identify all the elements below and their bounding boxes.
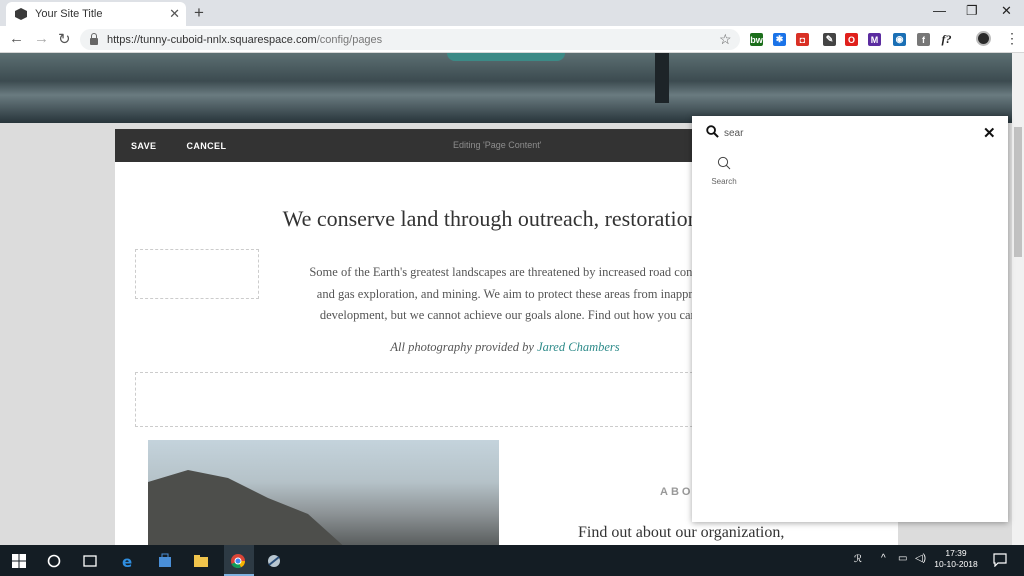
back-icon[interactable]: ← (9, 30, 24, 47)
task-view-icon[interactable] (82, 553, 98, 569)
hero-figure (655, 53, 669, 103)
coastline-photo[interactable] (148, 440, 499, 545)
intro-paragraph[interactable]: Some of the Earth's greatest landscapes … (263, 262, 763, 327)
hero-button-edge (447, 53, 565, 61)
tab-title: Your Site Title (35, 8, 103, 20)
about-section-heading: Find out about our organization, (578, 524, 785, 541)
url-host: https://tunny-cuboid-nnlx.squarespace.co… (107, 33, 317, 46)
close-icon[interactable]: ✕ (983, 124, 996, 142)
eyedropper-ext-icon[interactable]: ✎ (823, 33, 836, 46)
f-question-ext-icon[interactable]: f? (940, 32, 953, 46)
windows-taskbar (0, 545, 1024, 576)
cortana-icon[interactable] (46, 553, 62, 569)
editing-status: Editing 'Page Content' (453, 140, 542, 150)
url-path: /config/pages (316, 33, 383, 46)
minimize-icon[interactable]: — (933, 3, 946, 18)
intro-line: development, but we cannot achieve our g… (319, 308, 707, 322)
search-result-block[interactable]: Search (706, 156, 742, 186)
blue-star-ext-icon[interactable]: ✱ (773, 33, 786, 46)
file-explorer-icon[interactable] (193, 553, 209, 569)
purple-m-ext-icon[interactable]: M (868, 33, 881, 46)
search-result-label: Search (711, 177, 737, 186)
windows-start-icon[interactable] (11, 553, 27, 569)
block-search-panel: ✕ Search (692, 116, 1008, 522)
clock-date: 10-10-2018 (934, 559, 978, 569)
intro-line: and gas exploration, and mining. We aim … (316, 286, 710, 301)
taskbar-clock[interactable]: 17:39 10-10-2018 (928, 548, 984, 570)
browser-tab[interactable]: Your Site Title ✕ (6, 2, 186, 26)
bw-ext-icon[interactable]: bw (750, 33, 763, 46)
squarespace-favicon-icon (15, 8, 27, 20)
clock-time: 17:39 (945, 548, 967, 558)
search-icon (706, 125, 719, 138)
profile-avatar[interactable] (976, 31, 991, 46)
hero-image (0, 53, 1012, 123)
red-play-ext-icon[interactable]: ◘ (796, 33, 809, 46)
reload-icon[interactable]: ↻ (58, 30, 71, 48)
lock-icon (90, 33, 98, 45)
forward-icon[interactable]: → (34, 30, 49, 47)
svg-text:e: e (122, 553, 132, 569)
window-close-icon[interactable]: ✕ (1001, 3, 1012, 19)
credit-prefix: All photography provided by (390, 340, 534, 354)
photo-credit: All photography provided by Jared Chambe… (315, 340, 695, 355)
address-bar[interactable]: https://tunny-cuboid-nnlx.squarespace.co… (80, 29, 740, 50)
people-icon[interactable]: ℛ (854, 554, 862, 565)
restore-icon[interactable]: ❐ (966, 3, 978, 19)
tab-close-icon[interactable]: ✕ (169, 6, 180, 22)
bookmark-star-icon[interactable]: ☆ (719, 31, 732, 48)
edge-icon[interactable]: e (120, 553, 136, 569)
scrollbar-thumb[interactable] (1014, 127, 1022, 257)
cancel-button[interactable]: CANCEL (186, 141, 226, 151)
new-tab-button[interactable]: + (194, 3, 204, 23)
empty-content-block[interactable] (135, 249, 259, 299)
opera-ext-icon[interactable]: O (845, 33, 858, 46)
save-button[interactable]: SAVE (131, 141, 156, 151)
volume-icon[interactable]: ◁) (915, 553, 926, 564)
store-icon[interactable] (157, 553, 173, 569)
search-block-icon (717, 156, 731, 170)
blue-square-ext-icon[interactable]: ◉ (893, 33, 906, 46)
intro-line: Some of the Earth's greatest landscapes … (309, 265, 717, 279)
about-section-label: ABO (660, 486, 694, 498)
search-input[interactable] (724, 125, 964, 141)
app-icon[interactable] (266, 553, 282, 569)
grey-f-ext-icon[interactable]: f (917, 33, 930, 46)
credit-link[interactable]: Jared Chambers (537, 340, 620, 354)
battery-icon[interactable]: ▭ (898, 553, 907, 564)
notifications-icon[interactable] (993, 553, 1007, 567)
tray-chevron-icon[interactable]: ^ (881, 553, 886, 564)
chrome-menu-icon[interactable]: ⋮ (1005, 30, 1019, 47)
chrome-icon[interactable] (230, 553, 246, 569)
